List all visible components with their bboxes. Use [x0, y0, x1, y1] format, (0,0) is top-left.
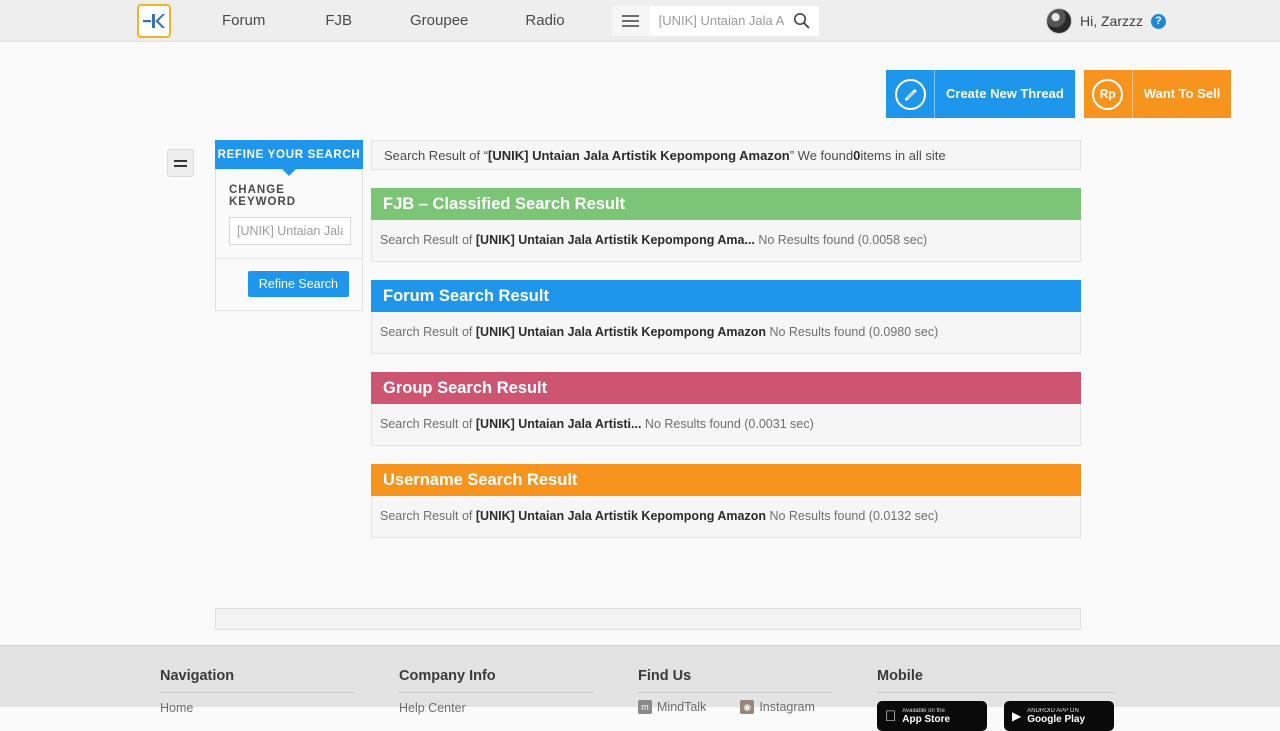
refine-search-sidebar: REFINE YOUR SEARCH CHANGE KEYWORD Refine… [215, 140, 363, 311]
toggle-line [174, 159, 187, 162]
user-greeting[interactable]: Hi, Zarzzz [1080, 13, 1143, 29]
footer-title-navigation: Navigation [160, 668, 235, 684]
footer-column-find-us: Find Us m MindTalk ◉ Instagram [638, 668, 832, 714]
hamburger-line [622, 24, 640, 27]
result-header-forum: Forum Search Result [371, 280, 1081, 312]
footer-title-company: Company Info [399, 668, 496, 684]
refine-search-panel: CHANGE KEYWORD Refine Search [215, 169, 363, 311]
want-to-sell-label: Want To Sell [1131, 70, 1232, 118]
site-footer: Navigation Home Company Info Help Center… [0, 645, 1280, 731]
pencil-icon [886, 70, 934, 118]
result-block-fjb: FJB – Classified Search Result Search Re… [371, 188, 1081, 262]
search-input[interactable] [658, 5, 785, 36]
result-block-username: Username Search Result Search Result of … [371, 464, 1081, 538]
search-area [611, 5, 819, 36]
store-badges:  Available on the App Store ▶ ANDROID A… [877, 693, 1116, 731]
footer-link-instagram[interactable]: ◉ Instagram [740, 700, 815, 714]
footer-title-mobile: Mobile [877, 668, 923, 684]
refine-your-search-tab[interactable]: REFINE YOUR SEARCH [215, 140, 363, 176]
toggle-line [174, 164, 187, 167]
footer-column-company: Company Info Help Center [399, 668, 593, 715]
search-results-column: Search Result of “[UNIK] Untaian Jala Ar… [371, 140, 1081, 538]
result-header-group: Group Search Result [371, 372, 1081, 404]
mindtalk-icon: m [638, 700, 652, 714]
sidebar-toggle-button[interactable] [167, 149, 194, 177]
result-body-query: [UNIK] Untaian Jala Artisti... [475, 417, 642, 431]
footer-link-home[interactable]: Home [160, 693, 354, 715]
footer-link-mindtalk[interactable]: m MindTalk [638, 700, 706, 714]
result-body-prefix: Search Result of [380, 509, 476, 523]
rupiah-icon: Rp [1084, 70, 1132, 118]
app-store-badge[interactable]:  Available on the App Store [877, 701, 987, 731]
rupiah-glyph: Rp [1092, 78, 1124, 110]
nav-link-radio[interactable]: Radio [519, 0, 570, 42]
result-body-prefix: Search Result of [380, 233, 476, 247]
result-body-forum: Search Result of [UNIK] Untaian Jala Art… [371, 312, 1081, 354]
search-button[interactable] [784, 5, 819, 36]
nav-link-groupee[interactable]: Groupee [404, 0, 474, 42]
summary-middle: ” We found [789, 147, 854, 163]
change-keyword-input[interactable] [229, 217, 351, 245]
result-body-query: [UNIK] Untaian Jala Artistik Kepompong A… [475, 233, 755, 247]
result-body-prefix: Search Result of [380, 417, 476, 431]
search-summary-bar: Search Result of “[UNIK] Untaian Jala Ar… [371, 140, 1081, 170]
result-body-fjb: Search Result of [UNIK] Untaian Jala Art… [371, 220, 1081, 262]
result-body-status: No Results found (0.0031 sec) [641, 417, 814, 431]
want-to-sell-button[interactable]: Rp Want To Sell [1083, 70, 1232, 118]
search-icon [794, 12, 810, 29]
result-body-username: Search Result of [UNIK] Untaian Jala Art… [371, 496, 1081, 538]
top-navigation-bar: Forum FJB Groupee Radio Hi, Zarzzz ? [0, 0, 1280, 42]
result-body-group: Search Result of [UNIK] Untaian Jala Art… [371, 404, 1081, 446]
hamburger-line [622, 14, 640, 17]
result-block-forum: Forum Search Result Search Result of [UN… [371, 280, 1081, 354]
result-header-username: Username Search Result [371, 464, 1081, 496]
nav-link-fjb[interactable]: FJB [319, 0, 358, 42]
user-area: Hi, Zarzzz ? [1046, 0, 1166, 42]
hamburger-line [622, 19, 640, 22]
app-store-sub: Available on the [891, 707, 945, 714]
footer-link-mindtalk-label: MindTalk [657, 700, 707, 714]
create-new-thread-label: Create New Thread [934, 70, 1075, 118]
footer-link-instagram-label: Instagram [759, 700, 815, 714]
nav-link-forum[interactable]: Forum [216, 0, 271, 42]
footer-column-navigation: Navigation Home [160, 668, 354, 715]
summary-prefix: Search Result of “ [384, 147, 489, 163]
result-body-prefix: Search Result of [380, 325, 476, 339]
result-body-query: [UNIK] Untaian Jala Artistik Kepompong A… [475, 509, 766, 523]
kaskus-logo[interactable] [137, 3, 171, 38]
footer-link-help-center[interactable]: Help Center [399, 693, 593, 715]
result-body-status: No Results found (0.0058 sec) [754, 233, 928, 247]
result-body-query: [UNIK] Untaian Jala Artistik Kepompong A… [475, 325, 766, 339]
footer-column-mobile: Mobile  Available on the App Store ▶ AN… [877, 668, 1116, 731]
app-store-main: App Store [891, 713, 950, 725]
summary-suffix: items in all site [860, 147, 946, 163]
google-play-main: Google Play [1027, 713, 1086, 725]
pencil-glyph [904, 88, 917, 101]
footer-title-find-us: Find Us [638, 668, 692, 684]
avatar[interactable] [1046, 8, 1072, 34]
result-body-status: No Results found (0.0132 sec) [765, 509, 939, 523]
help-icon[interactable]: ? [1151, 13, 1166, 29]
google-play-sub: ANDROID APP ON [1027, 707, 1079, 714]
change-keyword-label: CHANGE KEYWORD [229, 184, 297, 208]
category-menu-icon[interactable] [611, 5, 650, 36]
result-body-status: No Results found (0.0980 sec) [765, 325, 939, 339]
summary-query: [UNIK] Untaian Jala Artistik Kepompong A… [488, 147, 790, 163]
pagination-bar[interactable] [215, 608, 1081, 630]
result-header-fjb: FJB – Classified Search Result [371, 188, 1081, 220]
play-icon: ▶ [1012, 709, 1022, 723]
google-play-badge[interactable]: ▶ ANDROID APP ON Google Play [1004, 701, 1114, 731]
create-new-thread-button[interactable]: Create New Thread [886, 70, 1075, 118]
refine-button-row: Refine Search [229, 259, 349, 310]
kaskus-logo-glyph [143, 13, 165, 28]
action-buttons: Create New Thread Rp Want To Sell [886, 70, 1232, 118]
result-block-group: Group Search Result Search Result of [UN… [371, 372, 1081, 446]
apple-icon:  [885, 709, 896, 724]
social-links: m MindTalk ◉ Instagram [638, 693, 832, 714]
instagram-icon: ◉ [740, 700, 755, 714]
summary-count: 0 [853, 147, 861, 163]
search-field-wrapper [649, 5, 785, 36]
refine-search-button[interactable]: Refine Search [247, 271, 349, 297]
